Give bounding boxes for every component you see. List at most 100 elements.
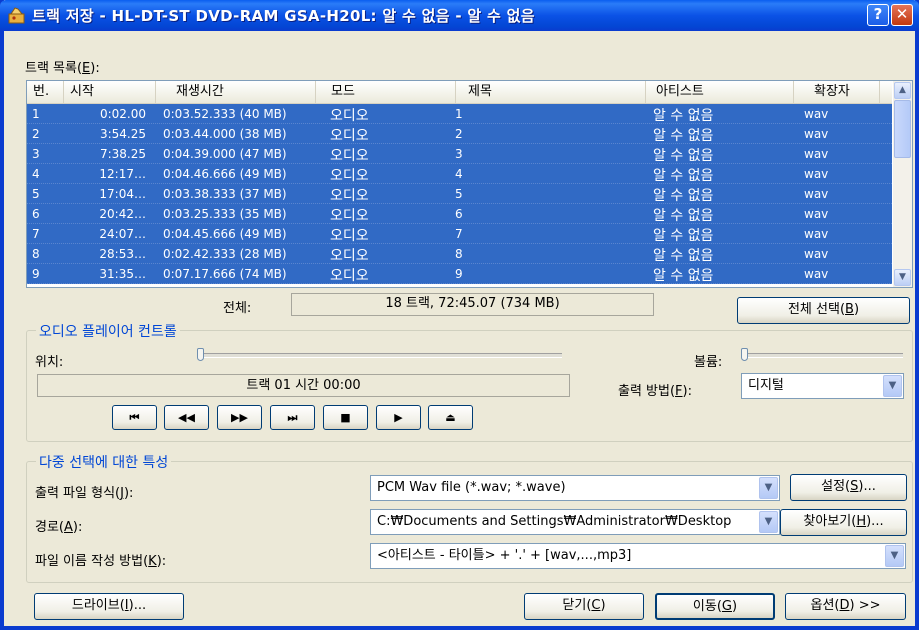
settings-button[interactable]: 설정(S)... (790, 474, 907, 501)
track-rows: 1 0:02.00 0:03.52.333 (40 MB) 오디오 1 알 수 없음 wav… (27, 104, 892, 284)
path-label: 경로(A): (35, 520, 83, 535)
output-format-label: 출력 파일 형식(J): (35, 486, 134, 501)
close-button[interactable]: 닫기(C) (524, 593, 644, 620)
output-format-select[interactable]: PCM Wav file (*.wav; *.wave) ▼ (370, 475, 780, 501)
stop-icon: ■ (340, 411, 351, 424)
column-header-mode[interactable]: 모드 (316, 81, 456, 103)
filename-format-select[interactable]: <아티스트 - 타이틀> + '.' + [wav,...,mp3] ▼ (370, 543, 906, 569)
chevron-down-icon[interactable]: ▼ (759, 477, 778, 499)
track-row[interactable]: 8 28:53… 0:02.42.333 (28 MB) 오디오 8 알 수 없음 wav (27, 244, 892, 264)
track-artist: 알 수 없음 (653, 228, 714, 244)
volume-slider-thumb[interactable] (741, 348, 748, 361)
skip-to-end-icon: ⏭ (287, 411, 298, 424)
track-duration: 0:03.25.333 (35 MB) (163, 207, 287, 221)
track-row[interactable]: 5 17:04… 0:03.38.333 (37 MB) 오디오 5 알 수 없음 wav (27, 184, 892, 204)
track-list[interactable]: 번. 시작 재생시간 모드 제목 아티스트 확장자 1 0:02.00 0:03.5… (26, 80, 913, 288)
output-method-select[interactable]: 디지털 ▼ (741, 373, 904, 399)
eject-button[interactable]: ⏏ (428, 405, 473, 430)
column-header-duration[interactable]: 재생시간 (156, 81, 316, 103)
track-artist: 알 수 없음 (653, 248, 714, 264)
track-list-scrollbar[interactable]: ▲ ▼ (893, 81, 912, 287)
column-header-number[interactable]: 번. (27, 81, 64, 103)
track-start: 12:17… (99, 167, 146, 181)
column-header-artist[interactable]: 아티스트 (646, 81, 794, 103)
track-mode: 오디오 (330, 188, 369, 204)
scroll-thumb[interactable] (894, 100, 911, 158)
track-title: 6 (455, 207, 463, 221)
track-artist: 알 수 없음 (653, 128, 714, 144)
track-title: 3 (455, 147, 463, 161)
stop-button[interactable]: ■ (323, 405, 368, 430)
track-duration: 0:03.38.333 (37 MB) (163, 187, 287, 201)
track-row[interactable]: 3 7:38.25 0:04.39.000 (47 MB) 오디오 3 알 수 없음 wav (27, 144, 892, 164)
column-header-start[interactable]: 시작 (64, 81, 156, 103)
close-window-button[interactable]: ✕ (891, 4, 913, 26)
scroll-up-icon[interactable]: ▲ (894, 82, 911, 99)
chevron-down-icon[interactable]: ▼ (883, 375, 902, 397)
track-mode: 오디오 (330, 168, 369, 184)
track-artist: 알 수 없음 (653, 148, 714, 164)
track-extension: wav (804, 247, 829, 261)
path-value: C:₩Documents and Settings₩Administrator₩… (377, 514, 732, 529)
column-header-title[interactable]: 제목 (456, 81, 646, 103)
track-mode: 오디오 (330, 248, 369, 264)
track-row[interactable]: 7 24:07… 0:04.45.666 (49 MB) 오디오 7 알 수 없음 wav (27, 224, 892, 244)
track-extension: wav (804, 187, 829, 201)
track-title: 4 (455, 167, 463, 181)
track-start: 17:04… (99, 187, 146, 201)
fast-forward-button[interactable]: ▶▶ (217, 405, 262, 430)
track-artist: 알 수 없음 (653, 108, 714, 124)
move-button[interactable]: 이동(G) (655, 593, 775, 620)
track-row[interactable]: 6 20:42… 0:03.25.333 (35 MB) 오디오 6 알 수 없음 wav (27, 204, 892, 224)
track-extension: wav (804, 207, 829, 221)
track-mode: 오디오 (330, 228, 369, 244)
track-title: 2 (455, 127, 463, 141)
track-start: 7:38.25 (99, 147, 146, 161)
position-label: 위치: (35, 355, 64, 370)
track-mode: 오디오 (330, 148, 369, 164)
track-title: 5 (455, 187, 463, 201)
track-duration: 0:03.44.000 (38 MB) (163, 127, 287, 141)
select-all-button[interactable]: 전체 선택(B) (737, 297, 910, 324)
track-row[interactable]: 9 31:35… 0:07.17.666 (74 MB) 오디오 9 알 수 없음 wav (27, 264, 892, 284)
track-row[interactable]: 1 0:02.00 0:03.52.333 (40 MB) 오디오 1 알 수 없음 wav (27, 104, 892, 124)
skip-to-start-button[interactable]: ⏮ (112, 405, 157, 430)
filename-format-value: <아티스트 - 타이틀> + '.' + [wav,...,mp3] (377, 548, 632, 563)
chevron-down-icon[interactable]: ▼ (759, 511, 778, 533)
track-extension: wav (804, 227, 829, 241)
rewind-button[interactable]: ◀◀ (164, 405, 209, 430)
window-title: 트랙 저장 - HL-DT-ST DVD-RAM GSA-H20L: 알 수 없… (32, 7, 535, 25)
track-row[interactable]: 4 12:17… 0:04.46.666 (49 MB) 오디오 4 알 수 없음 wav (27, 164, 892, 184)
chevron-down-icon[interactable]: ▼ (885, 545, 904, 567)
position-slider-thumb[interactable] (197, 348, 204, 361)
scroll-down-icon[interactable]: ▼ (894, 269, 911, 286)
track-title: 1 (455, 107, 463, 121)
drive-button[interactable]: 드라이브(I)... (34, 593, 184, 620)
track-start: 31:35… (99, 267, 146, 281)
path-select[interactable]: C:₩Documents and Settings₩Administrator₩… (370, 509, 780, 535)
skip-to-end-button[interactable]: ⏭ (270, 405, 315, 430)
track-artist: 알 수 없음 (653, 208, 714, 224)
track-row[interactable]: 2 3:54.25 0:03.44.000 (38 MB) 오디오 2 알 수 없음 wav (27, 124, 892, 144)
track-title: 8 (455, 247, 463, 261)
eject-icon: ⏏ (445, 411, 456, 424)
track-mode: 오디오 (330, 208, 369, 224)
rewind-icon: ◀◀ (178, 411, 195, 424)
track-mode: 오디오 (330, 108, 369, 124)
browse-button[interactable]: 찾아보기(H)... (780, 509, 907, 536)
volume-slider-track[interactable] (741, 353, 903, 358)
column-header-extension[interactable]: 확장자 (794, 81, 880, 103)
track-extension: wav (804, 127, 829, 141)
track-artist: 알 수 없음 (653, 168, 714, 184)
track-title: 9 (455, 267, 463, 281)
help-button[interactable]: ? (867, 4, 889, 26)
track-duration: 0:04.46.666 (49 MB) (163, 167, 287, 181)
title-bar[interactable]: 트랙 저장 - HL-DT-ST DVD-RAM GSA-H20L: 알 수 없… (0, 0, 919, 31)
total-summary-field: 18 트랙, 72:45.07 (734 MB) (291, 293, 654, 316)
position-slider-track[interactable] (197, 353, 562, 358)
options-button[interactable]: 옵션(D) >> (785, 593, 906, 620)
track-mode: 오디오 (330, 128, 369, 144)
track-artist: 알 수 없음 (653, 268, 714, 284)
track-duration: 0:04.39.000 (47 MB) (163, 147, 287, 161)
play-button[interactable]: ▶ (376, 405, 421, 430)
